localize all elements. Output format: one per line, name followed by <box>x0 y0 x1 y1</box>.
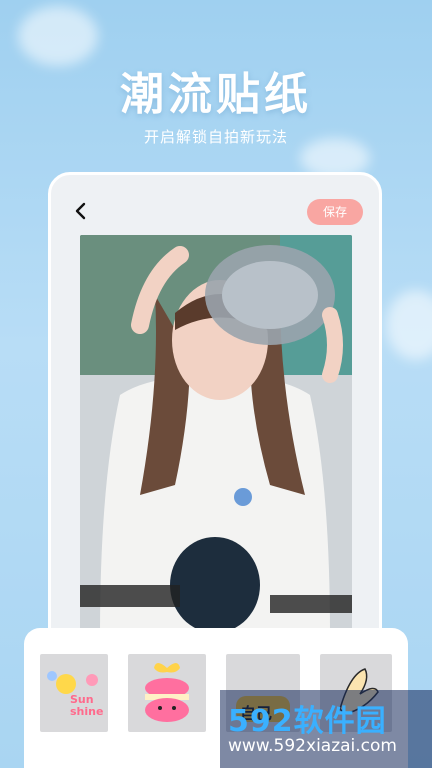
chevron-left-icon[interactable] <box>71 201 91 221</box>
promo-subtitle: 开启解锁自拍新玩法 <box>143 128 288 146</box>
editor-card: 保存 <box>48 172 382 692</box>
photo-canvas[interactable] <box>80 235 352 635</box>
gift-macaron-icon <box>145 663 189 722</box>
promo-title: 潮流贴纸 <box>120 69 312 120</box>
sticker-gift-macaron[interactable] <box>128 654 206 732</box>
site-watermark: 592软件园 www.592xiazai.com <box>220 690 432 768</box>
watermark-url: www.592xiazai.com <box>228 736 397 756</box>
sticker-text: shine <box>70 705 104 718</box>
watermark-brand: 592软件园 <box>228 704 387 739</box>
cloud-decoration <box>18 6 98 66</box>
portrait-illustration <box>80 235 352 635</box>
sticker-sun-shine[interactable]: Sun shine <box>40 654 108 732</box>
save-button[interactable]: 保存 <box>307 199 363 225</box>
cloud-decoration <box>386 290 432 360</box>
